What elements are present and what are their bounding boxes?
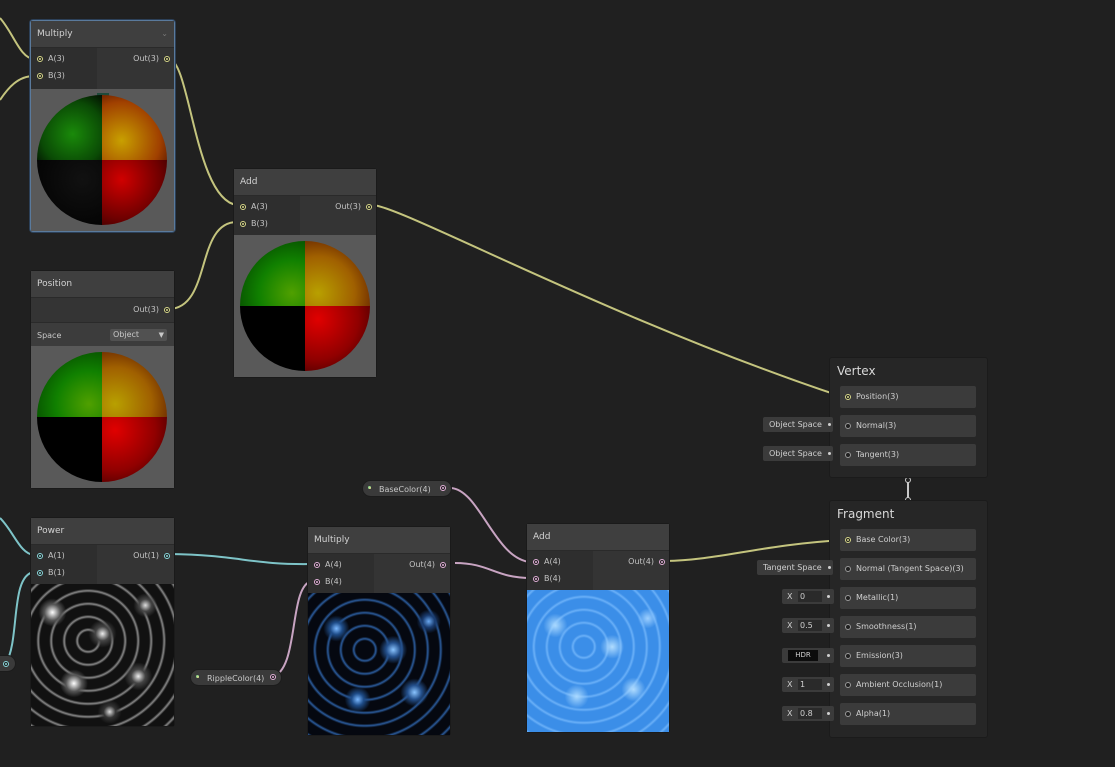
multiply-node-top[interactable]: Multiply ⌄ A(3) B(3) Out(3) ^ xyxy=(30,20,175,232)
output-port[interactable]: Out(4) xyxy=(409,558,446,572)
node-preview: ^ xyxy=(31,89,174,231)
vertex-slot-normal[interactable]: Normal(3) xyxy=(840,415,976,437)
wire-offscreen-to-power-a xyxy=(0,517,35,556)
input-port-a[interactable]: A(3) xyxy=(240,200,268,214)
fragment-slot-metallic[interactable]: Metallic(1) xyxy=(840,587,976,609)
output-port[interactable]: Out(1) xyxy=(133,549,170,563)
node-preview xyxy=(31,346,174,488)
wire-power-to-multiply-a xyxy=(168,553,313,566)
power-node[interactable]: Power A(1) B(1) Out(1) xyxy=(30,517,175,727)
output-port[interactable]: Out(3) xyxy=(335,200,372,214)
add-node-top[interactable]: Add A(3) B(3) Out(3) xyxy=(233,168,377,378)
node-title: Power xyxy=(31,518,174,545)
node-title: Multiply ⌄ xyxy=(31,21,174,48)
input-port-b[interactable]: B(4) xyxy=(314,575,342,589)
offscreen-node-stub[interactable] xyxy=(0,655,16,672)
vertex-tangent-default[interactable]: Object Space xyxy=(763,446,833,461)
input-port-a[interactable]: A(3) xyxy=(37,52,65,66)
preview-sphere xyxy=(37,95,167,225)
fragment-slot-ambient-occlusion[interactable]: Ambient Occlusion(1) xyxy=(840,674,976,696)
space-row: Space Object ▼ xyxy=(31,322,174,348)
input-port-b[interactable]: B(1) xyxy=(37,566,65,580)
node-preview xyxy=(234,235,376,377)
wire-position-to-add-b xyxy=(168,221,238,310)
stub-output-port[interactable] xyxy=(3,661,9,667)
metallic-field[interactable]: X0 xyxy=(782,589,834,604)
vertex-block[interactable]: Vertex Position(3) Normal(3) Tangent(3) xyxy=(829,357,988,478)
node-title: Multiply xyxy=(308,527,450,554)
input-port-b[interactable]: B(3) xyxy=(240,217,268,231)
wire-offscreen-to-multiply-b xyxy=(0,75,35,101)
ripple-color-property[interactable]: RippleColor(4) xyxy=(190,669,282,686)
preview-sphere xyxy=(37,352,167,482)
wire-add-to-base-color xyxy=(664,539,844,562)
ao-value-input[interactable]: 1 xyxy=(798,679,822,690)
chevron-down-icon[interactable]: ⌄ xyxy=(161,21,168,47)
input-port-b[interactable]: B(3) xyxy=(37,69,65,83)
output-port[interactable] xyxy=(270,674,276,680)
preview-sphere xyxy=(240,241,370,371)
output-port[interactable]: Out(4) xyxy=(628,555,665,569)
fragment-slot-emission[interactable]: Emission(3) xyxy=(840,645,976,667)
node-title: Add xyxy=(527,524,669,551)
space-dropdown[interactable]: Object ▼ xyxy=(110,329,167,341)
node-title: Position xyxy=(31,271,174,298)
input-port-a[interactable]: A(4) xyxy=(533,555,561,569)
space-label: Space xyxy=(37,331,62,340)
wire-ripple-to-multiply-b xyxy=(271,580,313,678)
dropdown-arrow-icon: ▼ xyxy=(158,331,164,339)
alpha-value-input[interactable]: 0.8 xyxy=(798,708,822,719)
vertex-slot-position[interactable]: Position(3) xyxy=(840,386,976,408)
node-title: Add xyxy=(234,169,376,196)
node-preview xyxy=(527,590,669,732)
fragment-title: Fragment xyxy=(837,507,895,521)
emission-color-field[interactable]: HDR xyxy=(782,648,834,663)
add-node-bottom[interactable]: Add A(4) B(4) Out(4) xyxy=(526,523,670,733)
output-port[interactable]: Out(3) xyxy=(133,303,170,317)
ambient-occlusion-field[interactable]: X1 xyxy=(782,677,834,692)
wire-multiply-to-add-a-bottom xyxy=(454,562,532,579)
wire-offscreen-to-multiply-a xyxy=(0,17,35,60)
input-port-b[interactable]: B(4) xyxy=(533,572,561,586)
wire-basecolor-to-add-a xyxy=(450,487,532,563)
node-preview xyxy=(308,593,450,735)
fragment-slot-normal[interactable]: Normal (Tangent Space)(3) xyxy=(840,558,976,580)
output-port[interactable]: Out(3) xyxy=(133,52,170,66)
alpha-field[interactable]: X 0.8 xyxy=(782,706,834,721)
fragment-block[interactable]: Fragment Base Color(3) Normal (Tangent S… xyxy=(829,500,988,738)
position-node[interactable]: Position Out(3) Space Object ▼ xyxy=(30,270,175,489)
input-port-a[interactable]: A(1) xyxy=(37,549,65,563)
base-color-property[interactable]: BaseColor(4) xyxy=(362,480,452,497)
smoothness-value-input[interactable]: 0.5 xyxy=(798,620,822,631)
multiply-node-bottom[interactable]: Multiply A(4) B(4) Out(4) xyxy=(307,526,451,736)
output-port[interactable] xyxy=(440,485,446,491)
hdr-color-swatch[interactable]: HDR xyxy=(788,650,818,661)
wire-multiply-to-add-a xyxy=(168,58,238,206)
vertex-normal-default[interactable]: Object Space xyxy=(763,417,833,432)
vertex-title: Vertex xyxy=(837,364,876,378)
fragment-slot-alpha[interactable]: Alpha(1) xyxy=(840,703,976,725)
node-title-text: Multiply xyxy=(37,29,73,39)
fragment-normal-default[interactable]: Tangent Space xyxy=(757,560,833,575)
metallic-value-input[interactable]: 0 xyxy=(798,591,822,602)
fragment-slot-base-color[interactable]: Base Color(3) xyxy=(840,529,976,551)
wire-add-to-vertex-position xyxy=(371,204,844,398)
smoothness-field[interactable]: X 0.5 xyxy=(782,618,834,633)
node-preview xyxy=(31,584,174,726)
fragment-slot-smoothness[interactable]: Smoothness(1) xyxy=(840,616,976,638)
vertex-slot-tangent[interactable]: Tangent(3) xyxy=(840,444,976,466)
input-port-a[interactable]: A(4) xyxy=(314,558,342,572)
